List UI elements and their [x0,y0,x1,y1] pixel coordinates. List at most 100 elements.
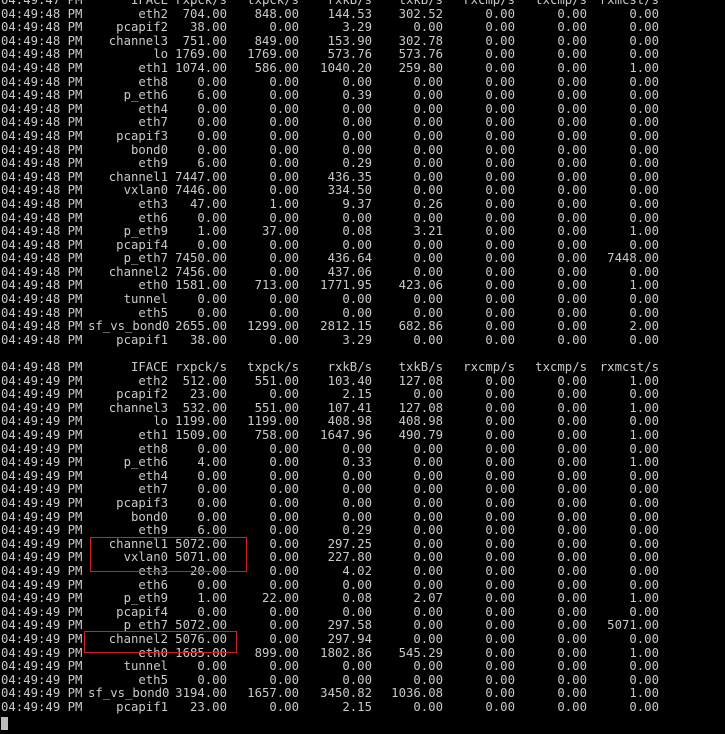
txpck-cell: 0.00 [269,632,299,646]
rxpck-cell: 0.00 [197,469,227,483]
txpck-cell: 0.00 [269,184,299,198]
rxcmp-cell: 0.00 [485,306,515,320]
rxcmp-cell: rxcmp/s [463,0,515,7]
txpck-cell: 0.00 [269,469,299,483]
iface-cell: eth6 [138,578,168,592]
rxpck-cell: 6.00 [197,89,227,103]
rxcmp-cell: 0.00 [485,469,515,483]
txcmp-cell: 0.00 [557,61,587,75]
table-row: 04:49:49 PM eth9 6.00 0.00 0.29 0.00 0.00 0.00 0… [0,524,725,538]
rxpck-cell: 5072.00 [175,537,227,551]
txpck-cell: 0.00 [269,564,299,578]
rxcmp-cell: 0.00 [485,660,515,674]
timestamp-cell: 04:49:49 PM [1,510,83,524]
rxpck-cell: 7450.00 [175,252,227,266]
txcmp-cell: 0.00 [557,687,587,701]
timestamp-cell: 04:49:49 PM [1,374,83,388]
table-row: 04:49:48 PM p_eth9 1.00 37.00 0.08 3.21 0.00 0.… [0,225,725,239]
txkb-cell: 3.21 [413,225,443,239]
timestamp-cell: 04:49:48 PM [1,48,83,62]
txkb-cell: 0.00 [413,306,443,320]
txkb-cell: 0.00 [413,211,443,225]
timestamp-cell: 04:49:48 PM [1,75,83,89]
txpck-cell: 1657.00 [247,687,299,701]
rxkb-cell: 1647.96 [320,429,372,442]
txkb-cell: 2.07 [413,592,443,606]
rxcmp-cell: 0.00 [485,129,515,143]
rxmcst-cell: 1.00 [629,374,659,388]
rxcmp-cell: 0.00 [485,75,515,89]
rxkb-cell: 103.40 [327,374,372,388]
rxpck-cell: 0.00 [197,673,227,687]
rxkb-cell: 0.00 [342,238,372,252]
timestamp-cell: 04:49:48 PM [1,225,83,239]
rxpck-cell: 512.00 [182,374,227,388]
rxkb-cell: 3450.82 [320,687,372,701]
txpck-cell: 0.00 [269,673,299,687]
timestamp-cell: 04:49:49 PM [1,632,83,646]
txpck-cell: 0.00 [269,252,299,266]
txcmp-cell: 0.00 [557,21,587,35]
rxcmp-cell: 0.00 [485,524,515,538]
rxcmp-cell: 0.00 [485,252,515,266]
table-row: 04:49:49 PM channel1 5072.00 0.00 297.25 0.00… [0,538,725,552]
rxmcst-cell: 0.00 [629,605,659,619]
rxcmp-cell: 0.00 [485,700,515,714]
iface-cell: eth3 [138,564,168,578]
txkb-cell: 0.00 [413,170,443,184]
rxcmp-cell: 0.00 [485,442,515,456]
rxmcst-cell: 0.00 [629,157,659,171]
rxpck-cell: 1581.00 [175,279,227,293]
rxcmp-cell: 0.00 [485,673,515,687]
rxmcst-cell: 0.00 [629,469,659,483]
rxpck-cell: 1074.00 [175,61,227,75]
rxmcst-cell: 0.00 [629,442,659,456]
rxcmp-cell: 0.00 [485,551,515,565]
txkb-cell: 0.00 [413,524,443,538]
txcmp-cell: 0.00 [557,469,587,483]
rxcmp-cell: 0.00 [485,388,515,402]
rxpck-cell: 23.00 [189,388,227,402]
rxkb-cell: 2812.15 [320,320,372,334]
txkb-cell: 0.00 [413,89,443,103]
rxkb-cell: 0.00 [342,306,372,320]
rxmcst-cell: 2.00 [629,320,659,334]
table-row: 04:49:49 PM lo 1199.00 1199.00 408.98 408.98 0… [0,415,725,429]
table-row: 04:49:49 PM tunnel 0.00 0.00 0.00 0.00 0.00 0.0… [0,660,725,674]
table-row: 04:49:49 PM eth0 1685.00 899.00 1802.86 545.2… [0,647,725,661]
iface-cell: eth9 [138,157,168,171]
rxpck-cell: 0.00 [197,129,227,143]
iface-cell: channel3 [108,34,168,48]
txpck-cell: 1.00 [269,197,299,211]
iface-cell: lo [153,48,168,62]
rxpck-cell: 0.00 [197,660,227,674]
rxmcst-cell: 0.00 [629,34,659,48]
txcmp-cell: 0.00 [557,197,587,211]
table-row: 04:49:48 PM eth6 0.00 0.00 0.00 0.00 0.00 0.00 0… [0,212,725,226]
txcmp-cell: 0.00 [557,265,587,279]
txkb-cell: 0.00 [413,510,443,524]
rxmcst-cell: 0.00 [629,496,659,510]
rxkb-cell: 9.37 [342,197,372,211]
timestamp-cell: 04:49:48 PM [1,143,83,157]
timestamp-cell: 04:49:48 PM [1,89,83,103]
txpck-cell: 713.00 [254,279,299,293]
txkb-cell: 0.26 [413,197,443,211]
iface-cell: IFACE [130,0,168,7]
txkb-cell: 0.00 [413,265,443,279]
iface-cell: eth2 [138,374,168,388]
timestamp-cell: 04:49:48 PM [1,306,83,320]
timestamp-cell: 04:49:49 PM [1,442,83,456]
txpck-cell: 0.00 [269,442,299,456]
iface-cell: pcapif2 [116,388,168,402]
rxmcst-cell: 0.00 [629,116,659,130]
rxcmp-cell: 0.00 [485,170,515,184]
terminal-window[interactable]: 04:49:47 PM IFACE rxpck/s txpck/s rxkB/s txkB… [0,0,725,734]
timestamp-cell: 04:49:48 PM [1,265,83,279]
rxkb-cell: 0.00 [342,469,372,483]
table-row: 04:49:48 PM eth1 1074.00 586.00 1040.20 259.8… [0,62,725,76]
txpck-cell: 0.00 [269,129,299,143]
rxpck-cell: 6.00 [197,524,227,538]
rxkb-cell: 0.29 [342,157,372,171]
txkb-cell: 408.98 [398,415,443,429]
